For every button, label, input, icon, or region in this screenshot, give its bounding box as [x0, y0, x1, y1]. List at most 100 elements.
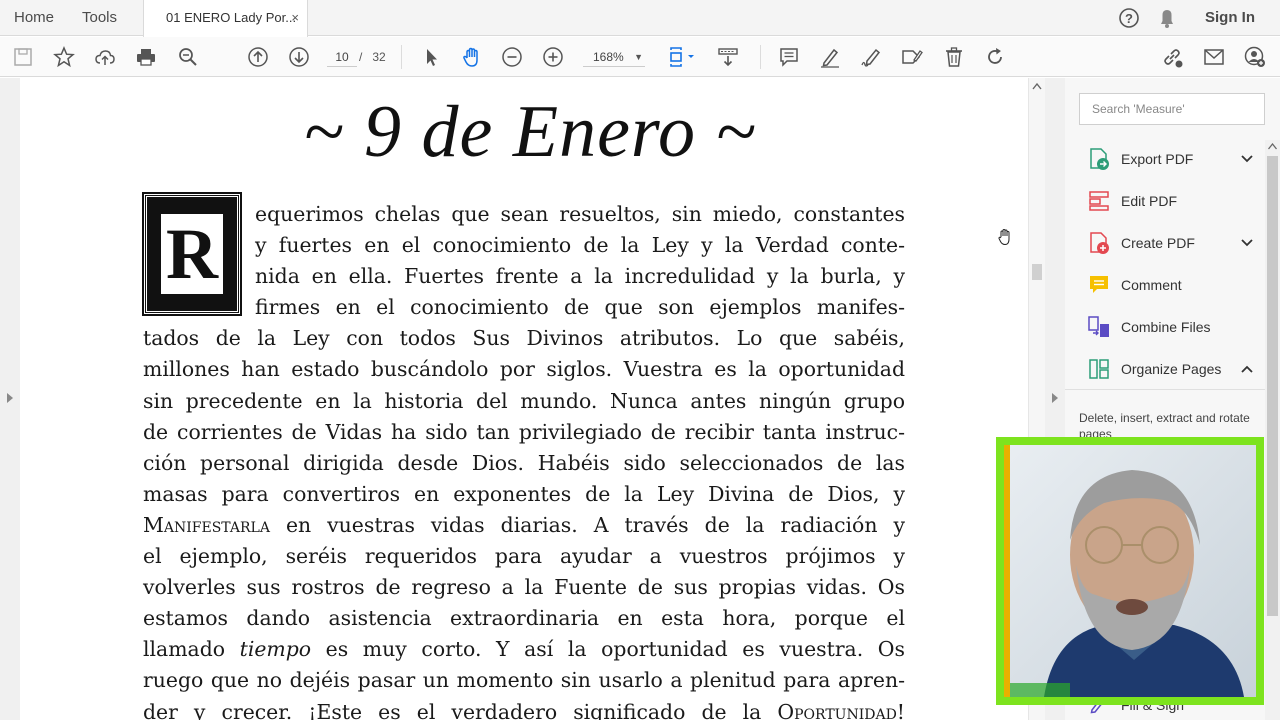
hand-cursor-icon — [997, 228, 1013, 251]
add-user-icon[interactable] — [1243, 45, 1267, 69]
scroll-up-icon[interactable] — [1268, 143, 1277, 150]
help-icon[interactable]: ? — [1118, 0, 1140, 36]
zoom-level-dropdown[interactable]: 168% ▼ — [583, 47, 645, 67]
text-line: y fuertes en el conocimiento de la Ley y… — [255, 233, 905, 258]
toolbar-divider — [760, 45, 761, 69]
page-count: / 32 — [359, 47, 386, 67]
comment-label: Comment — [1121, 277, 1182, 293]
italic-word: tiempo — [239, 637, 312, 662]
create-pdf-label: Create PDF — [1121, 235, 1195, 251]
chevron-down-icon[interactable] — [1241, 236, 1253, 250]
scroll-mode-icon[interactable] — [716, 45, 740, 69]
text-line: llamado tiempo es muy corto. Y así la op… — [143, 634, 905, 665]
text-line: sin precedente en la historia del mundo.… — [143, 388, 905, 413]
page-title: ~ 9 de Enero ~ — [303, 91, 757, 173]
delete-trash-icon[interactable] — [942, 45, 966, 69]
text-span: es muy corto. Y así la oportunidad es vu… — [311, 637, 905, 662]
text-line: firmes en el conocimiento de que son eje… — [255, 295, 905, 320]
pdf-page[interactable]: ~ 9 de Enero ~ R equerimos chelas que se… — [20, 78, 1028, 720]
organize-pages-tool[interactable]: Organize Pages — [1087, 355, 1257, 383]
tools-search-input[interactable]: Search 'Measure' — [1079, 93, 1265, 125]
pane-divider — [1065, 389, 1265, 390]
text-span: llamado — [143, 637, 240, 662]
chevron-down-icon[interactable] — [1241, 152, 1253, 166]
redact-tag-icon[interactable] — [900, 45, 924, 69]
collapse-right-icon — [1052, 393, 1058, 403]
chevron-up-icon[interactable] — [1241, 362, 1253, 376]
text-line: de corrientes de Vidas ha sido tan privi… — [143, 419, 905, 444]
toolbar: 10 / 32 168% ▼ — [0, 37, 1280, 77]
sign-pen-icon[interactable] — [859, 45, 883, 69]
text-line: el ejemplo, seréis requeridos para ayuda… — [143, 544, 905, 569]
home-tab[interactable]: Home — [14, 0, 54, 36]
scroll-up-icon[interactable] — [1032, 82, 1042, 90]
page-fit-icon[interactable] — [666, 45, 700, 69]
close-tab-icon[interactable]: × — [291, 0, 299, 36]
combine-files-icon — [1088, 316, 1109, 337]
create-pdf-icon — [1090, 232, 1109, 254]
zoom-level-value: 168% — [593, 50, 624, 64]
webcam-overlay — [996, 437, 1264, 705]
organize-pages-icon — [1089, 359, 1109, 379]
notifications-bell-icon[interactable] — [1157, 0, 1177, 36]
text-span: der y crecer. ¡Este es el verdadero sign… — [143, 699, 778, 720]
zoom-in-icon[interactable] — [541, 45, 565, 69]
page-separator: / — [359, 50, 363, 64]
combine-files-label: Combine Files — [1121, 319, 1211, 335]
sign-in-button[interactable]: Sign In — [1205, 0, 1255, 36]
text-line: nida en ella. Fuertes frente a la incred… — [255, 264, 905, 289]
highlight-pen-icon[interactable] — [818, 45, 842, 69]
presenter-video-image — [1004, 445, 1256, 697]
current-page-field[interactable]: 10 — [327, 47, 357, 67]
text-line: volverles sus rostros de regreso a la Fu… — [143, 575, 905, 600]
organize-pages-label: Organize Pages — [1121, 361, 1222, 377]
create-pdf-tool[interactable]: Create PDF — [1087, 229, 1257, 257]
edit-pdf-icon — [1089, 191, 1109, 211]
left-panel-toggle[interactable] — [0, 78, 20, 720]
rotate-icon[interactable] — [983, 45, 1007, 69]
small-caps-word: Oportunidad — [777, 699, 897, 720]
edit-pdf-tool[interactable]: Edit PDF — [1087, 187, 1257, 215]
chevron-down-icon: ▼ — [634, 52, 643, 62]
text-line: masas para convertiros en exponentes de … — [143, 481, 905, 506]
text-line: ción personal dirigida desde Dios. Habéi… — [143, 450, 905, 475]
text-line: equerimos chelas que sean resueltos, sin… — [255, 202, 905, 226]
document-tab[interactable]: 01 ENERO Lady Por... × — [143, 0, 308, 37]
tools-pane-scrollbar[interactable] — [1265, 140, 1280, 720]
email-envelope-icon[interactable] — [1202, 45, 1226, 69]
export-pdf-tool[interactable]: Export PDF — [1087, 145, 1257, 173]
edit-pdf-label: Edit PDF — [1121, 193, 1178, 209]
scrollbar-thumb[interactable] — [1267, 156, 1278, 616]
text-line: millones han estado buscándolo por siglo… — [143, 357, 905, 382]
toolbar-divider — [401, 45, 402, 69]
zoom-search-icon[interactable] — [176, 45, 200, 69]
next-page-icon[interactable] — [287, 45, 311, 69]
text-line: der y crecer. ¡Este es el verdadero sign… — [143, 697, 905, 720]
save-icon[interactable] — [11, 45, 35, 69]
comment-tool-icon — [1090, 276, 1108, 293]
text-span: en vuestras vidas diarias. A través de l… — [269, 512, 905, 537]
zoom-out-icon[interactable] — [500, 45, 524, 69]
select-arrow-icon[interactable] — [419, 45, 443, 69]
share-link-icon[interactable] — [1160, 45, 1184, 69]
hand-tool-icon[interactable] — [460, 45, 484, 69]
small-caps-word: Manifestarla — [143, 512, 270, 537]
svg-text:?: ? — [1125, 11, 1133, 26]
scrollbar-thumb[interactable] — [1032, 264, 1042, 280]
upload-cloud-icon[interactable] — [93, 45, 117, 69]
previous-page-icon[interactable] — [246, 45, 270, 69]
comment-tool[interactable]: Comment — [1087, 271, 1257, 299]
text-line: tados de la Ley con todos Sus Divinos at… — [143, 326, 905, 351]
document-tab-title: 01 ENERO Lady Por... — [166, 10, 297, 25]
comment-icon[interactable] — [777, 45, 801, 69]
document-body-text: equerimos chelas que sean resueltos, sin… — [143, 199, 905, 720]
bookmark-star-icon[interactable] — [52, 45, 76, 69]
export-pdf-label: Export PDF — [1121, 151, 1194, 167]
combine-files-tool[interactable]: Combine Files — [1087, 313, 1257, 341]
expand-left-icon — [7, 393, 13, 403]
text-line: estamos dando asistencia extraordinaria … — [143, 606, 905, 631]
text-line: ruego que no dejéis pasar un momento sin… — [143, 668, 905, 693]
print-icon[interactable] — [134, 45, 158, 69]
tools-tab[interactable]: Tools — [82, 0, 117, 36]
total-pages: 32 — [372, 50, 386, 64]
